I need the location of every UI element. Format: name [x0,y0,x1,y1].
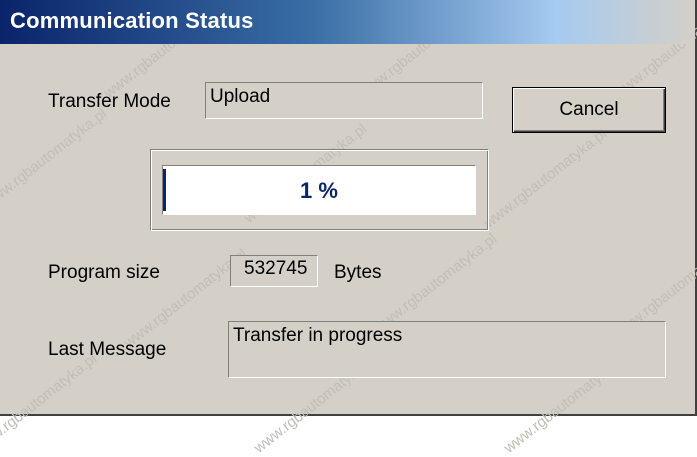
program-size-unit: Bytes [334,262,382,283]
transfer-mode-label: Transfer Mode [48,91,171,112]
progress-frame: 1 % [150,149,489,231]
progress-percent-text: 1 % [300,178,338,203]
progress-bar: 1 % [162,165,476,215]
communication-status-dialog: www.rgbautomatyka.pl www.rgbautomatyka.p… [0,0,697,457]
watermark: www.rgbautomatyka.pl [480,125,611,232]
transfer-mode-field: Upload [205,82,483,119]
last-message-value: Transfer in progress [233,325,403,346]
cancel-button-label: Cancel [559,99,619,120]
window-title: Communication Status [10,8,254,33]
last-message-field: Transfer in progress [228,321,666,378]
program-size-label: Program size [48,262,160,283]
cancel-button[interactable]: Cancel [512,87,666,133]
title-bar[interactable]: Communication Status [0,0,695,44]
watermark: www.rgbautomatyka.pl [0,105,111,212]
program-size-value: 532745 [244,258,308,279]
program-size-field: 532745 [230,255,318,287]
transfer-mode-value: Upload [210,86,271,107]
last-message-label: Last Message [48,339,167,360]
watermark: www.rgbautomatyka.pl [0,350,101,457]
